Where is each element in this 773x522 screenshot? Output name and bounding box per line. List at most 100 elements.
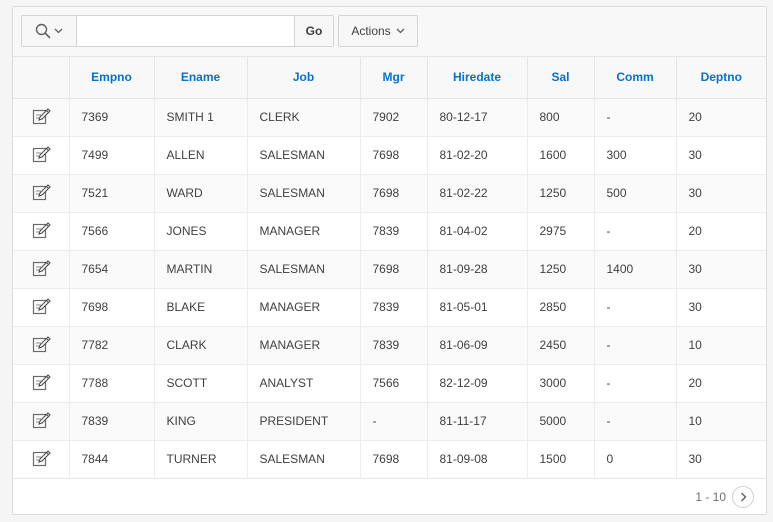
edit-row-link[interactable] — [31, 372, 51, 392]
cell-hiredate: 82-12-09 — [427, 364, 528, 403]
cell-empno: 7654 — [69, 250, 155, 289]
table-row: 7782 CLARK MANAGER 7839 81-06-09 2450-10 — [13, 326, 766, 365]
cell-comm: 1400 — [594, 250, 677, 289]
cell-sal: 3000 — [527, 364, 595, 403]
search-column-button[interactable] — [22, 16, 77, 46]
cell-ename: JONES — [154, 212, 248, 251]
cell-deptno: 30 — [676, 250, 766, 289]
cell-hiredate: 81-09-28 — [427, 250, 528, 289]
report-toolbar: Go Actions — [13, 7, 766, 57]
edit-cell — [13, 136, 70, 175]
cell-deptno: 20 — [676, 212, 766, 251]
column-header-comm[interactable]: Comm — [594, 57, 677, 99]
edit-cell — [13, 402, 70, 441]
actions-label: Actions — [351, 24, 391, 38]
table-row: 7839 KING PRESIDENT -81-11-17 5000-10 — [13, 402, 766, 441]
cell-mgr: 7839 — [360, 288, 428, 327]
cell-comm: - — [594, 364, 677, 403]
cell-comm: - — [594, 212, 677, 251]
cell-comm: 500 — [594, 174, 677, 213]
cell-mgr: 7698 — [360, 136, 428, 175]
cell-ename: KING — [154, 402, 248, 441]
cell-empno: 7521 — [69, 174, 155, 213]
cell-ename: WARD — [154, 174, 248, 213]
column-header-ename[interactable]: Ename — [154, 57, 248, 99]
edit-icon — [32, 107, 51, 124]
edit-icon — [32, 183, 51, 200]
edit-row-link[interactable] — [31, 220, 51, 240]
cell-mgr: 7839 — [360, 212, 428, 251]
cell-deptno: 30 — [676, 288, 766, 327]
chevron-down-icon — [396, 28, 405, 34]
edit-icon — [32, 335, 51, 352]
cell-hiredate: 81-05-01 — [427, 288, 528, 327]
cell-sal: 2450 — [527, 326, 595, 365]
edit-cell — [13, 326, 70, 365]
edit-icon — [32, 411, 51, 428]
cell-ename: BLAKE — [154, 288, 248, 327]
cell-ename: CLARK — [154, 326, 248, 365]
search-input[interactable] — [77, 16, 294, 46]
table-body: 7369 SMITH 1 CLERK 7902 80-12-17 800-20 7499 AL… — [13, 98, 766, 479]
cell-deptno: 10 — [676, 402, 766, 441]
cell-comm: 0 — [594, 440, 677, 479]
cell-sal: 5000 — [527, 402, 595, 441]
cell-sal: 800 — [527, 98, 595, 137]
cell-sal: 1250 — [527, 250, 595, 289]
column-header-deptno[interactable]: Deptno — [676, 57, 766, 99]
edit-row-link[interactable] — [31, 448, 51, 468]
chevron-right-icon — [740, 492, 746, 502]
column-header-job[interactable]: Job — [247, 57, 361, 99]
cell-ename: SCOTT — [154, 364, 248, 403]
cell-empno: 7782 — [69, 326, 155, 365]
cell-hiredate: 81-06-09 — [427, 326, 528, 365]
column-header-sal[interactable]: Sal — [527, 57, 595, 99]
column-header-mgr[interactable]: Mgr — [360, 57, 428, 99]
cell-hiredate: 81-09-08 — [427, 440, 528, 479]
edit-icon — [32, 297, 51, 314]
cell-ename: SMITH 1 — [154, 98, 248, 137]
cell-mgr: 7698 — [360, 174, 428, 213]
edit-row-link[interactable] — [31, 258, 51, 278]
cell-ename: MARTIN — [154, 250, 248, 289]
cell-job: CLERK — [247, 98, 361, 137]
cell-deptno: 30 — [676, 440, 766, 479]
edit-row-link[interactable] — [31, 410, 51, 430]
actions-menu-button[interactable]: Actions — [338, 15, 418, 47]
pagination-label: 1 - 10 — [695, 490, 726, 504]
edit-row-link[interactable] — [31, 106, 51, 126]
cell-deptno: 30 — [676, 174, 766, 213]
edit-icon — [32, 373, 51, 390]
cell-sal: 2850 — [527, 288, 595, 327]
cell-mgr: 7566 — [360, 364, 428, 403]
cell-empno: 7369 — [69, 98, 155, 137]
cell-ename: ALLEN — [154, 136, 248, 175]
cell-sal: 1250 — [527, 174, 595, 213]
cell-job: SALESMAN — [247, 174, 361, 213]
table-header-row: Empno Ename Job Mgr Hiredate Sal Comm De… — [13, 57, 766, 99]
edit-cell — [13, 98, 70, 137]
go-button[interactable]: Go — [294, 16, 333, 46]
edit-row-link[interactable] — [31, 144, 51, 164]
edit-row-link[interactable] — [31, 334, 51, 354]
cell-mgr: 7698 — [360, 250, 428, 289]
next-page-button[interactable] — [732, 486, 754, 508]
cell-comm: - — [594, 402, 677, 441]
search-icon — [35, 23, 51, 39]
cell-empno: 7788 — [69, 364, 155, 403]
cell-deptno: 20 — [676, 98, 766, 137]
edit-cell — [13, 212, 70, 251]
edit-row-link[interactable] — [31, 182, 51, 202]
cell-job: ANALYST — [247, 364, 361, 403]
edit-row-link[interactable] — [31, 296, 51, 316]
column-header-empno[interactable]: Empno — [69, 57, 155, 99]
column-header-edit — [13, 57, 70, 99]
table-row: 7844 TURNER SALESMAN 7698 81-09-08 1500 0 30 — [13, 440, 766, 479]
cell-comm: - — [594, 326, 677, 365]
cell-job: MANAGER — [247, 212, 361, 251]
cell-hiredate: 81-04-02 — [427, 212, 528, 251]
edit-icon — [32, 145, 51, 162]
column-header-hiredate[interactable]: Hiredate — [427, 57, 528, 99]
edit-icon — [32, 259, 51, 276]
table-row: 7788 SCOTT ANALYST 7566 82-12-09 3000-20 — [13, 364, 766, 403]
